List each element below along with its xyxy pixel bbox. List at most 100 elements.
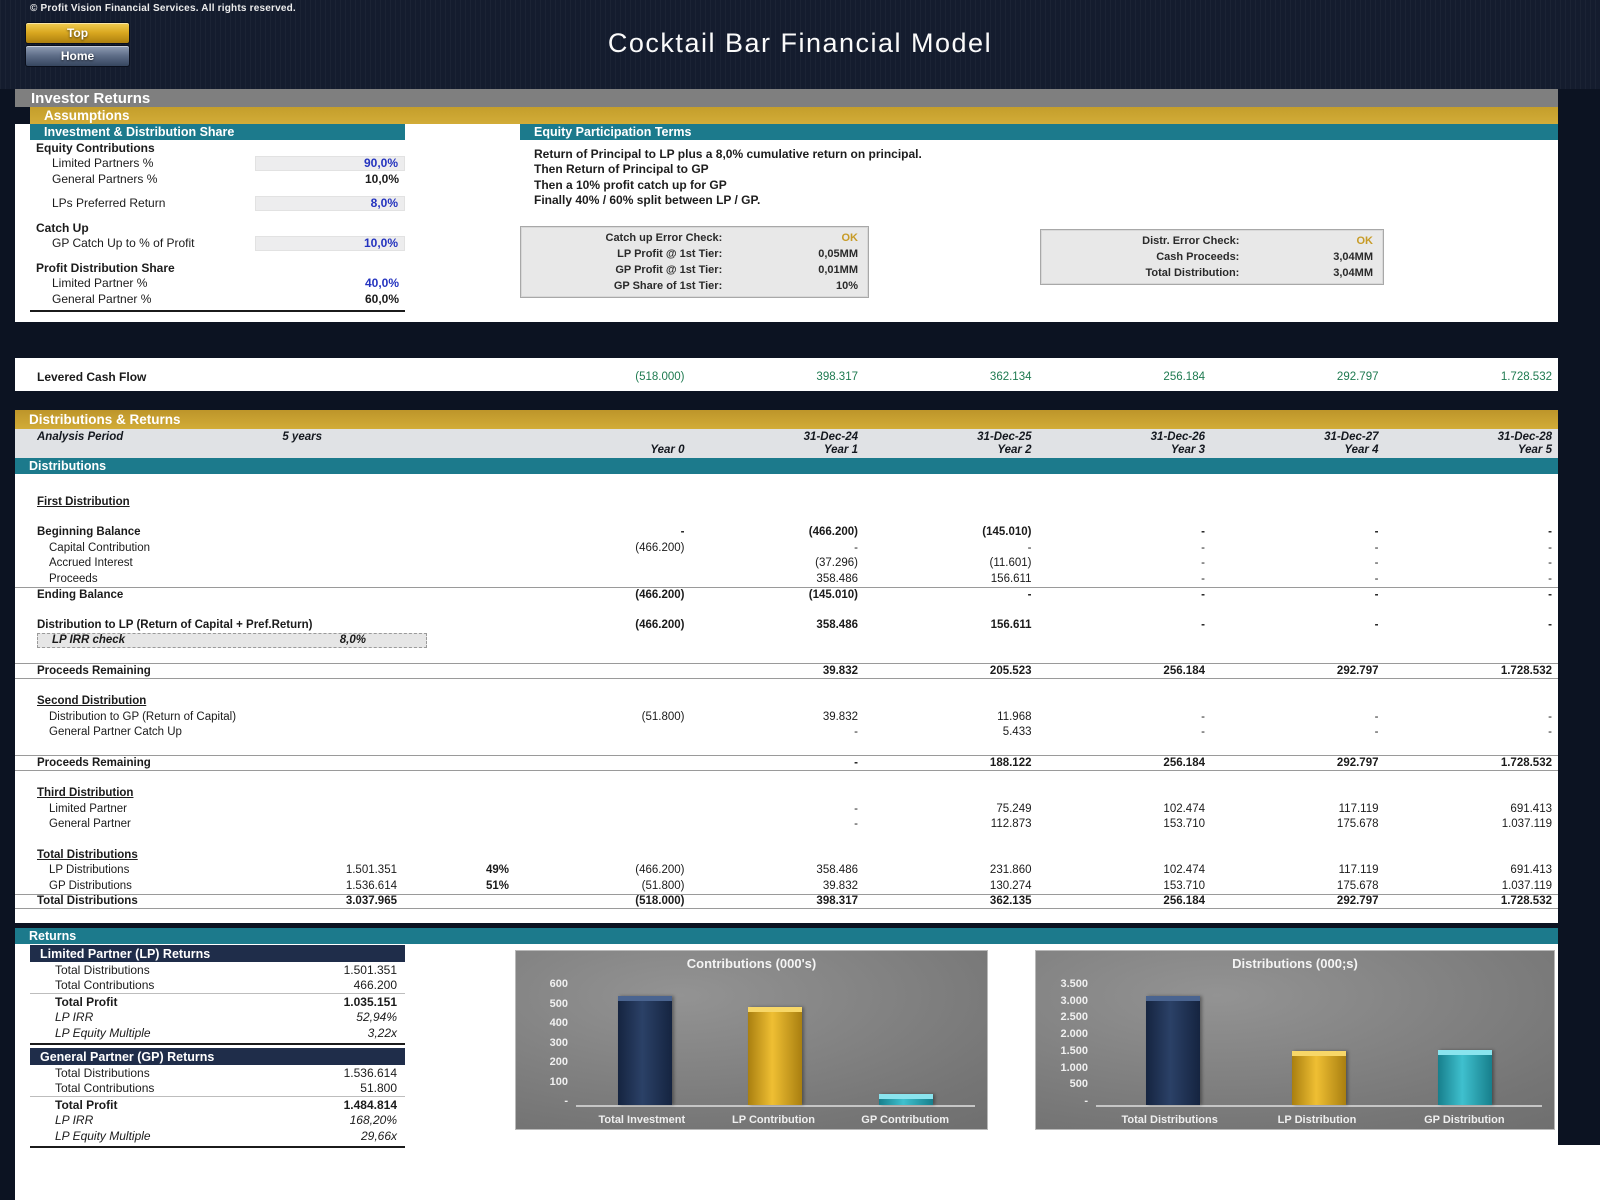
year-label: Year 3 bbox=[1170, 444, 1205, 457]
table-row: Total Distributions 3.037.965 (518.000) 398… bbox=[15, 893, 1558, 909]
table-cell: 691.413 bbox=[1510, 864, 1552, 877]
row-label: Accrued Interest bbox=[49, 557, 133, 570]
page-title: Cocktail Bar Financial Model bbox=[607, 28, 993, 58]
row-label: First Distribution bbox=[37, 495, 130, 508]
table-cell: - bbox=[1201, 541, 1205, 554]
return-value: 1.501.351 bbox=[343, 962, 397, 977]
profit-distribution-heading: Profit Distribution Share bbox=[36, 260, 175, 275]
year-label: Year 1 bbox=[823, 444, 858, 457]
table-cell: - bbox=[854, 756, 858, 769]
returns-section: Returns Limited Partner (LP) Returns Tot… bbox=[15, 928, 1558, 1200]
equity-term-line: Then a 10% profit catch up for GP bbox=[534, 177, 727, 192]
check-label: Cash Proceeds: bbox=[1156, 251, 1240, 263]
table-cell: - bbox=[1548, 557, 1552, 570]
return-label: Total Distributions bbox=[55, 1065, 150, 1080]
chart-plot-area bbox=[576, 979, 975, 1107]
levered-value: 292.797 bbox=[1336, 371, 1379, 383]
table-spacer-row bbox=[15, 474, 1558, 494]
check-value: 3,04MM bbox=[1333, 267, 1373, 279]
table-cell: 11.968 bbox=[997, 710, 1032, 723]
table-cell: 398.317 bbox=[816, 895, 858, 908]
table-cell: 175.678 bbox=[1336, 879, 1379, 892]
check-status: OK bbox=[1356, 235, 1374, 247]
table-cell: - bbox=[1548, 588, 1552, 601]
assumption-label: GP Catch Up to % of Profit bbox=[52, 236, 195, 251]
return-value: 29,66x bbox=[360, 1128, 397, 1143]
row-label: Limited Partner bbox=[49, 802, 127, 815]
x-category-label: GP Distribution bbox=[1424, 1114, 1505, 1126]
table-row: LP Distributions 1.501.351 49% (466.200) 358… bbox=[15, 863, 1558, 879]
contributions-chart: Contributions (000's) 600 500 400 300 200 100… bbox=[515, 950, 988, 1130]
analysis-period-row: Analysis Period 5 years 31-Dec-24 31-Dec… bbox=[15, 430, 1558, 444]
workbook-page: © Profit Vision Financial Services. All … bbox=[0, 0, 1600, 1200]
analysis-period-label: Analysis Period bbox=[37, 430, 124, 443]
table-cell: 256.184 bbox=[1163, 664, 1205, 677]
distributions-section: Distributions & Returns Analysis Period … bbox=[15, 410, 1558, 923]
table-cell: - bbox=[1374, 618, 1379, 631]
y-tick-label: 100 bbox=[549, 1075, 568, 1088]
return-label: Total Contributions bbox=[55, 978, 155, 993]
chart-x-labels: Total Distributions LP Distribution GP Dis… bbox=[1096, 1114, 1538, 1126]
return-label: Total Contributions bbox=[55, 1081, 155, 1096]
table-cell: (466.200) bbox=[635, 541, 685, 554]
table-cell: - bbox=[680, 526, 685, 539]
table-cell: 156.611 bbox=[990, 572, 1032, 585]
row-label: Second Distribution bbox=[37, 695, 147, 708]
table-cell: 130.274 bbox=[989, 879, 1032, 892]
bar-gp-distribution bbox=[1438, 1049, 1492, 1105]
table-row: Ending Balance (466.200) (145.010) - - - - bbox=[15, 586, 1558, 603]
table-row: Beginning Balance - (466.200) (145.010) - - - bbox=[15, 525, 1558, 541]
table-cell: 292.797 bbox=[1336, 756, 1379, 769]
assumption-label: Limited Partners % bbox=[52, 156, 154, 171]
bar-gp-contributiom bbox=[878, 1094, 933, 1105]
table-cell: (51.800) bbox=[641, 879, 685, 892]
period-date: 31-Dec-27 bbox=[1324, 430, 1379, 443]
assumption-row: Limited Partner % 40,0% bbox=[30, 276, 405, 292]
investor-returns-bar: Investor Returns bbox=[15, 89, 1558, 107]
table-cell: - bbox=[1201, 557, 1205, 570]
row-label: General Partner Catch Up bbox=[49, 726, 182, 739]
period-date: 31-Dec-25 bbox=[977, 430, 1032, 443]
y-tick-label: 200 bbox=[549, 1056, 568, 1068]
distributions-chart: Distributions (000;s) 3.500 3.000 2.500 2.0… bbox=[1035, 950, 1555, 1130]
chart-plot-area bbox=[1096, 979, 1542, 1107]
levered-value: 1.728.532 bbox=[1500, 371, 1552, 383]
table-cell: 231.860 bbox=[989, 864, 1032, 877]
gp-catch-up-input[interactable]: 10,0% bbox=[255, 235, 405, 251]
table-cell: 1.728.532 bbox=[1500, 664, 1552, 677]
bar-total-distributions bbox=[1146, 995, 1200, 1105]
assumption-label: LPs Preferred Return bbox=[52, 196, 166, 211]
table-cell: - bbox=[1548, 726, 1552, 739]
check-label: GP Share of 1st Tier: bbox=[613, 280, 723, 292]
table-cell: 112.873 bbox=[990, 818, 1032, 831]
table-cell: 256.184 bbox=[1163, 756, 1205, 769]
table-cell: 362.135 bbox=[989, 895, 1032, 908]
table-cell: - bbox=[1374, 588, 1379, 601]
return-value: 51.800 bbox=[360, 1081, 397, 1096]
assumption-row: LPs Preferred Return 8,0% bbox=[30, 195, 405, 212]
y-tick-label: - bbox=[1084, 1094, 1088, 1107]
table-cell: 153.710 bbox=[1163, 818, 1205, 831]
y-tick-label: - bbox=[564, 1095, 568, 1107]
table-cell: 205.523 bbox=[989, 664, 1032, 677]
equity-contributions-heading: Equity Contributions bbox=[36, 140, 155, 155]
table-cell: - bbox=[854, 818, 858, 831]
return-label: LP IRR bbox=[55, 1113, 94, 1128]
lps-preferred-return-input[interactable]: 8,0% bbox=[255, 195, 405, 211]
y-tick-label: 1.500 bbox=[1060, 1044, 1088, 1057]
table-cell: 102.474 bbox=[1163, 864, 1205, 877]
table-cell: - bbox=[854, 726, 858, 739]
x-category-label: GP Contributiom bbox=[861, 1114, 950, 1126]
table-row: Proceeds Remaining - 188.122 256.184 292.797… bbox=[15, 755, 1558, 771]
x-category-label: Total Investment bbox=[598, 1114, 686, 1126]
period-date: 31-Dec-28 bbox=[1497, 430, 1552, 443]
table-cell: - bbox=[1201, 710, 1205, 723]
equity-term-line: Finally 40% / 60% split between LP / GP. bbox=[534, 193, 761, 208]
table-cell: - bbox=[1201, 726, 1205, 739]
x-category-label: Total Distributions bbox=[1121, 1114, 1218, 1126]
table-cell: - bbox=[1374, 541, 1379, 554]
table-cell: 1.728.532 bbox=[1500, 895, 1552, 908]
y-tick-label: 2.500 bbox=[1060, 1011, 1088, 1024]
limited-partners-pct-input[interactable]: 90,0% bbox=[255, 155, 405, 171]
year-label: Year 0 bbox=[650, 444, 685, 457]
